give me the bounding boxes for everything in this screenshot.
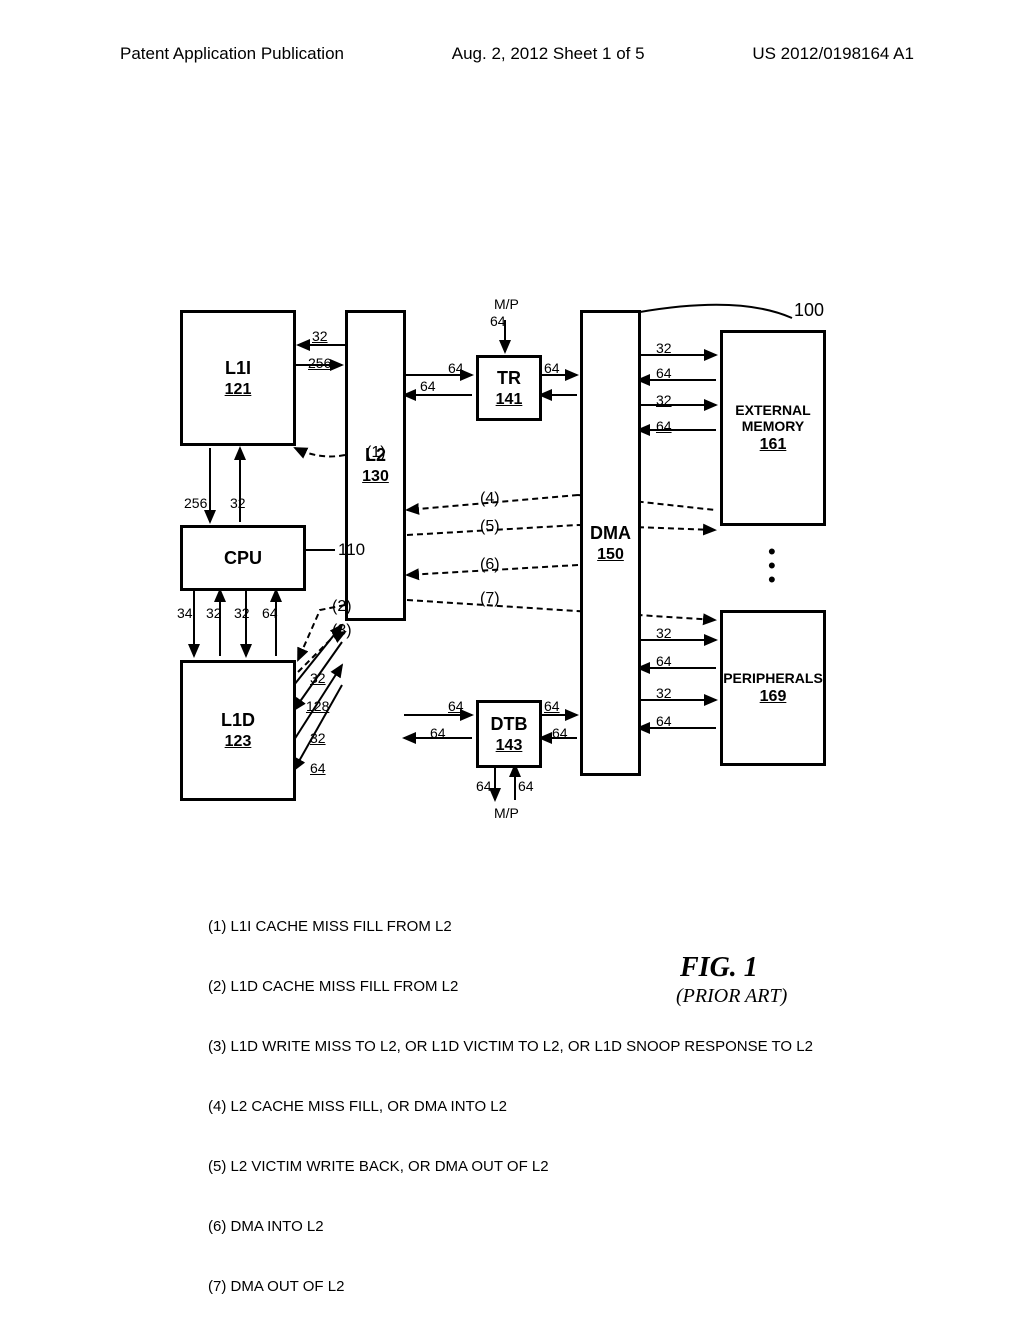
bus-dtb-mp-64a: 64 bbox=[476, 778, 492, 794]
tr-title: TR bbox=[497, 368, 521, 389]
path-label-1: (1) bbox=[366, 444, 386, 462]
bus-l1d-l2-128: 128 bbox=[306, 698, 329, 714]
bus-dtb-mp-64b: 64 bbox=[518, 778, 534, 794]
per-title: PERIPHERALS bbox=[723, 670, 823, 686]
l1d-title: L1D bbox=[221, 710, 255, 731]
ellipsis-icon: ••• bbox=[768, 545, 776, 587]
bus-dma-per-64b: 64 bbox=[656, 713, 672, 729]
path-label-4: (4) bbox=[480, 490, 500, 508]
l1i-ref: 121 bbox=[225, 381, 252, 399]
ext-title: EXTERNAL MEMORY bbox=[723, 402, 823, 434]
ref-110: 110 bbox=[338, 540, 365, 560]
block-cpu: CPU bbox=[180, 525, 306, 591]
path-label-3: (3) bbox=[332, 622, 352, 640]
ext-ref: 161 bbox=[760, 436, 787, 454]
bus-dma-ext-32a: 32 bbox=[656, 340, 672, 356]
bus-dma-ext-32b: 32 bbox=[656, 392, 672, 408]
dtb-ref: 143 bbox=[496, 737, 523, 755]
bus-l1i-l2-256: 256 bbox=[308, 355, 331, 371]
legend-line-3: (3) L1D WRITE MISS TO L2, OR L1D VICTIM … bbox=[208, 1037, 813, 1057]
figure-title: FIG. 1 bbox=[680, 952, 758, 984]
bus-tr-mp-64: 64 bbox=[490, 313, 506, 329]
path-label-7: (7) bbox=[480, 590, 500, 608]
label-mp-bottom: M/P bbox=[494, 805, 519, 821]
bus-dtb-l-64a: 64 bbox=[448, 698, 464, 714]
bus-tr-l-64: 64 bbox=[448, 360, 464, 376]
block-l1d: L1D 123 bbox=[180, 660, 296, 801]
path-label-2: (2) bbox=[332, 598, 352, 616]
bus-l1d-l2-64: 64 bbox=[310, 760, 326, 776]
header-center: Aug. 2, 2012 Sheet 1 of 5 bbox=[452, 44, 645, 64]
bus-cpu-l1d-34: 34 bbox=[177, 605, 193, 621]
legend-line-1: (1) L1I CACHE MISS FILL FROM L2 bbox=[208, 917, 813, 937]
dma-title: DMA bbox=[590, 523, 631, 544]
page: Patent Application Publication Aug. 2, 2… bbox=[0, 0, 1024, 1320]
block-l2: L2 130 bbox=[345, 310, 406, 621]
bus-cpu-l1d-32a: 32 bbox=[206, 605, 222, 621]
bus-l2-tr-64: 64 bbox=[420, 378, 436, 394]
block-dma: DMA 150 bbox=[580, 310, 641, 776]
bus-dma-per-32b: 32 bbox=[656, 685, 672, 701]
per-ref: 169 bbox=[760, 688, 787, 706]
dtb-title: DTB bbox=[491, 714, 528, 735]
dma-ref: 150 bbox=[597, 546, 624, 564]
path-label-5: (5) bbox=[480, 518, 500, 536]
block-peripherals: PERIPHERALS 169 bbox=[720, 610, 826, 766]
tr-ref: 141 bbox=[496, 391, 523, 409]
bus-dtb-r-64a: 64 bbox=[544, 698, 560, 714]
header-left: Patent Application Publication bbox=[120, 44, 344, 64]
bus-dtb-l-64b: 64 bbox=[430, 725, 446, 741]
bus-dma-per-32a: 32 bbox=[656, 625, 672, 641]
path-label-6: (6) bbox=[480, 556, 500, 574]
legend: (1) L1I CACHE MISS FILL FROM L2 (2) L1D … bbox=[208, 877, 813, 1337]
legend-line-6: (6) DMA INTO L2 bbox=[208, 1217, 813, 1237]
l1d-ref: 123 bbox=[225, 733, 252, 751]
page-header: Patent Application Publication Aug. 2, 2… bbox=[0, 44, 1024, 64]
block-external-memory: EXTERNAL MEMORY 161 bbox=[720, 330, 826, 526]
bus-dtb-r-64b: 64 bbox=[552, 725, 568, 741]
bus-dma-ext-64b: 64 bbox=[656, 418, 672, 434]
bus-l1i-l2-32: 32 bbox=[312, 328, 328, 344]
bus-dma-per-64a: 64 bbox=[656, 653, 672, 669]
diagram: L1I 121 L2 130 CPU L1D 123 TR 141 DTB 14… bbox=[180, 300, 880, 860]
label-mp-top: M/P bbox=[494, 296, 519, 312]
l2-ref: 130 bbox=[362, 468, 389, 486]
bus-l1d-l2-32b: 32 bbox=[310, 730, 326, 746]
bus-l1d-l2-32: 32 bbox=[310, 670, 326, 686]
figure-subtitle: (PRIOR ART) bbox=[676, 985, 787, 1008]
cpu-title: CPU bbox=[224, 548, 262, 569]
bus-cpu-l1d-32b: 32 bbox=[234, 605, 250, 621]
legend-line-4: (4) L2 CACHE MISS FILL, OR DMA INTO L2 bbox=[208, 1097, 813, 1117]
block-l1i: L1I 121 bbox=[180, 310, 296, 446]
header-right: US 2012/0198164 A1 bbox=[752, 44, 914, 64]
legend-line-5: (5) L2 VICTIM WRITE BACK, OR DMA OUT OF … bbox=[208, 1157, 813, 1177]
bus-cpu-l1d-64: 64 bbox=[262, 605, 278, 621]
bus-dma-ext-64a: 64 bbox=[656, 365, 672, 381]
bus-cpu-l1i-32: 32 bbox=[230, 495, 246, 511]
block-tr: TR 141 bbox=[476, 355, 542, 421]
ref-100: 100 bbox=[794, 300, 824, 321]
bus-cpu-l1i-256: 256 bbox=[184, 495, 207, 511]
l1i-title: L1I bbox=[225, 358, 251, 379]
bus-tr-r-64: 64 bbox=[544, 360, 560, 376]
legend-line-7: (7) DMA OUT OF L2 bbox=[208, 1277, 813, 1297]
block-dtb: DTB 143 bbox=[476, 700, 542, 768]
